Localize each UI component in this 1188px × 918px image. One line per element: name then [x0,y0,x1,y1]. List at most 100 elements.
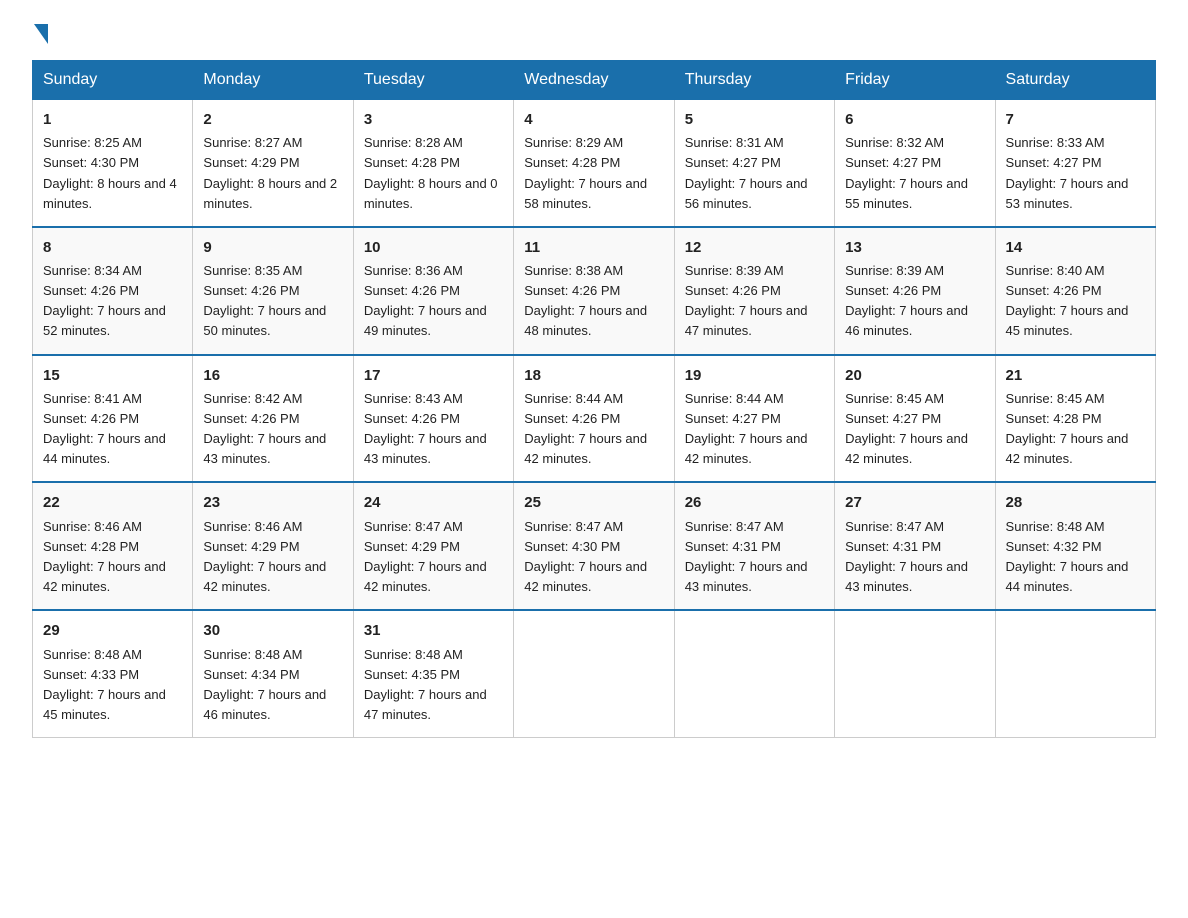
day-number: 14 [1006,236,1145,259]
calendar-cell [674,610,834,737]
sunrise-info: Sunrise: 8:47 AM [364,517,503,537]
sunrise-info: Sunrise: 8:47 AM [524,517,663,537]
daylight-info: Daylight: 7 hours and 50 minutes. [203,301,342,341]
sunset-info: Sunset: 4:26 PM [845,281,984,301]
daylight-info: Daylight: 7 hours and 56 minutes. [685,174,824,214]
sunset-info: Sunset: 4:28 PM [364,153,503,173]
daylight-info: Daylight: 7 hours and 43 minutes. [364,429,503,469]
daylight-info: Daylight: 7 hours and 46 minutes. [203,685,342,725]
day-number: 19 [685,364,824,387]
header-thursday: Thursday [674,61,834,100]
calendar-cell: 22Sunrise: 8:46 AMSunset: 4:28 PMDayligh… [33,482,193,610]
day-number: 26 [685,491,824,514]
sunrise-info: Sunrise: 8:47 AM [845,517,984,537]
sunset-info: Sunset: 4:26 PM [1006,281,1145,301]
daylight-info: Daylight: 8 hours and 4 minutes. [43,174,182,214]
calendar-cell: 30 Sunrise: 8:48 AMSunset: 4:34 PMDayligh… [193,610,353,737]
sunrise-info: Sunrise: 8:33 AM [1006,133,1145,153]
daylight-info: Daylight: 7 hours and 53 minutes. [1006,174,1145,214]
header-wednesday: Wednesday [514,61,674,100]
daylight-info: Daylight: 7 hours and 42 minutes. [685,429,824,469]
day-number: 31 [364,619,503,642]
sunrise-info: Sunrise: 8:38 AM [524,261,663,281]
header-sunday: Sunday [33,61,193,100]
sunrise-info: Sunrise: 8:31 AM [685,133,824,153]
sunset-info: Sunset: 4:27 PM [845,153,984,173]
calendar-cell: 24Sunrise: 8:47 AMSunset: 4:29 PMDayligh… [353,482,513,610]
daylight-info: Daylight: 7 hours and 42 minutes. [1006,429,1145,469]
day-number: 30 [203,619,342,642]
calendar-cell: 31 Sunrise: 8:48 AMSunset: 4:35 PMDayligh… [353,610,513,737]
sunset-info: Sunset: 4:26 PM [203,409,342,429]
calendar-cell: 9Sunrise: 8:35 AMSunset: 4:26 PMDaylight… [193,227,353,355]
day-number: 7 [1006,108,1145,131]
sunset-info: Sunset: 4:29 PM [203,153,342,173]
calendar-header-row: SundayMondayTuesdayWednesdayThursdayFrid… [33,61,1156,100]
calendar-cell: 25Sunrise: 8:47 AMSunset: 4:30 PMDayligh… [514,482,674,610]
calendar-week-row: 29Sunrise: 8:48 AMSunset: 4:33 PMDayligh… [33,610,1156,737]
sunrise-info: Sunrise: 8:48 AM [203,645,342,665]
day-number: 8 [43,236,182,259]
sunset-info: Sunset: 4:26 PM [203,281,342,301]
calendar-cell: 3Sunrise: 8:28 AMSunset: 4:28 PMDaylight… [353,100,513,227]
daylight-info: Daylight: 7 hours and 44 minutes. [1006,557,1145,597]
sunset-info: Sunset: 4:26 PM [43,409,182,429]
calendar-cell: 19Sunrise: 8:44 AMSunset: 4:27 PMDayligh… [674,355,834,483]
calendar-week-row: 1Sunrise: 8:25 AMSunset: 4:30 PMDaylight… [33,100,1156,227]
daylight-info: Daylight: 7 hours and 43 minutes. [845,557,984,597]
sunset-info: Sunset: 4:31 PM [845,537,984,557]
sunset-info: Sunset: 4:27 PM [845,409,984,429]
daylight-info: Daylight: 7 hours and 44 minutes. [43,429,182,469]
calendar-cell: 17Sunrise: 8:43 AMSunset: 4:26 PMDayligh… [353,355,513,483]
daylight-info: Daylight: 7 hours and 47 minutes. [364,685,503,725]
sunset-info: Sunset: 4:27 PM [1006,153,1145,173]
sunset-info: Sunset: 4:35 PM [364,665,503,685]
sunset-info: Sunset: 4:33 PM [43,665,182,685]
sunset-info: Sunset: 4:32 PM [1006,537,1145,557]
sunrise-info: Sunrise: 8:48 AM [1006,517,1145,537]
calendar-cell: 23Sunrise: 8:46 AMSunset: 4:29 PMDayligh… [193,482,353,610]
sunrise-info: Sunrise: 8:41 AM [43,389,182,409]
sunset-info: Sunset: 4:27 PM [685,409,824,429]
daylight-info: Daylight: 7 hours and 43 minutes. [203,429,342,469]
daylight-info: Daylight: 8 hours and 2 minutes. [203,174,342,214]
day-number: 1 [43,108,182,131]
header-tuesday: Tuesday [353,61,513,100]
sunset-info: Sunset: 4:29 PM [203,537,342,557]
sunrise-info: Sunrise: 8:36 AM [364,261,503,281]
daylight-info: Daylight: 7 hours and 42 minutes. [524,429,663,469]
day-number: 10 [364,236,503,259]
calendar-cell: 27 Sunrise: 8:47 AMSunset: 4:31 PMDayligh… [835,482,995,610]
day-number: 25 [524,491,663,514]
sunrise-info: Sunrise: 8:25 AM [43,133,182,153]
sunrise-info: Sunrise: 8:47 AM [685,517,824,537]
daylight-info: Daylight: 7 hours and 58 minutes. [524,174,663,214]
logo [32,24,48,42]
sunrise-info: Sunrise: 8:48 AM [43,645,182,665]
calendar-cell: 6Sunrise: 8:32 AMSunset: 4:27 PMDaylight… [835,100,995,227]
day-number: 22 [43,491,182,514]
sunrise-info: Sunrise: 8:32 AM [845,133,984,153]
daylight-info: Daylight: 7 hours and 42 minutes. [524,557,663,597]
sunset-info: Sunset: 4:34 PM [203,665,342,685]
sunset-info: Sunset: 4:28 PM [524,153,663,173]
daylight-info: Daylight: 7 hours and 45 minutes. [1006,301,1145,341]
day-number: 23 [203,491,342,514]
sunrise-info: Sunrise: 8:43 AM [364,389,503,409]
calendar-cell: 15Sunrise: 8:41 AMSunset: 4:26 PMDayligh… [33,355,193,483]
logo-area [32,24,48,42]
daylight-info: Daylight: 7 hours and 42 minutes. [43,557,182,597]
daylight-info: Daylight: 7 hours and 42 minutes. [203,557,342,597]
header-saturday: Saturday [995,61,1155,100]
day-number: 4 [524,108,663,131]
day-number: 27 [845,491,984,514]
sunrise-info: Sunrise: 8:48 AM [364,645,503,665]
day-number: 3 [364,108,503,131]
calendar-week-row: 8Sunrise: 8:34 AMSunset: 4:26 PMDaylight… [33,227,1156,355]
calendar-cell: 18Sunrise: 8:44 AMSunset: 4:26 PMDayligh… [514,355,674,483]
calendar-table: SundayMondayTuesdayWednesdayThursdayFrid… [32,60,1156,738]
calendar-cell: 21Sunrise: 8:45 AMSunset: 4:28 PMDayligh… [995,355,1155,483]
day-number: 28 [1006,491,1145,514]
header-monday: Monday [193,61,353,100]
daylight-info: Daylight: 7 hours and 55 minutes. [845,174,984,214]
